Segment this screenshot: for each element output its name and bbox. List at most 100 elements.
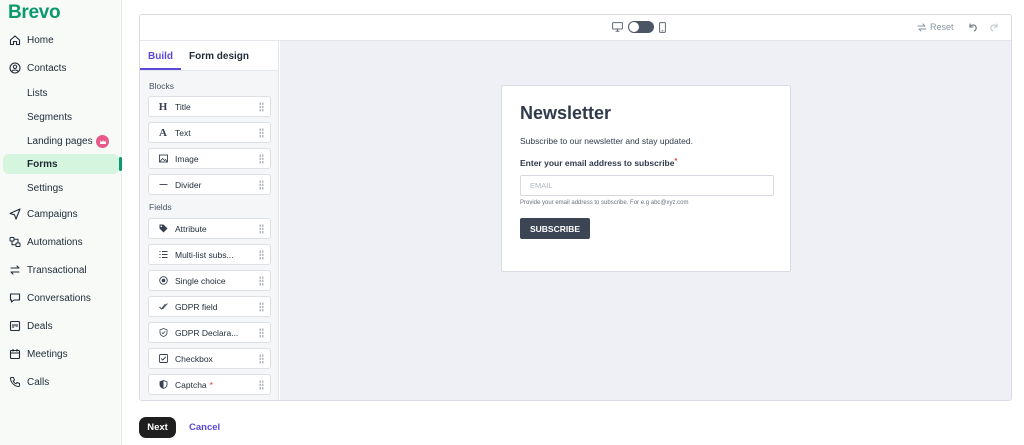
- image-icon: [157, 154, 169, 163]
- phone-icon: [8, 375, 22, 389]
- automation-icon: [8, 235, 22, 249]
- home-icon: [8, 33, 22, 47]
- drag-handle-icon[interactable]: [259, 128, 264, 138]
- form-subtitle[interactable]: Subscribe to our newsletter and stay upd…: [520, 136, 693, 146]
- user-circle-icon: [8, 61, 22, 75]
- calendar-icon: [8, 347, 22, 361]
- text-icon: A: [159, 126, 167, 139]
- cancel-button[interactable]: Cancel: [189, 422, 220, 433]
- nav-item-deals[interactable]: Deals: [0, 315, 122, 337]
- nav-item-campaigns[interactable]: Campaigns: [0, 203, 122, 225]
- field-gdpr-declaration[interactable]: GDPR Declara...: [148, 322, 271, 343]
- blocks-section-label: Blocks: [149, 81, 175, 91]
- block-label: Image: [175, 153, 199, 164]
- landing-pages-badge: [96, 135, 109, 148]
- block-label: Title: [175, 101, 191, 112]
- divider-icon: [157, 180, 169, 189]
- reset-button[interactable]: Reset: [917, 22, 954, 32]
- crown-icon: [99, 139, 106, 144]
- drag-handle-icon[interactable]: [259, 276, 264, 286]
- sidebar-nav: Brevo Home Contacts Lists Segments Landi…: [0, 0, 122, 445]
- deals-icon: [8, 319, 22, 333]
- email-field-label-text: Enter your email address to subscribe: [520, 158, 675, 168]
- drag-handle-icon[interactable]: [259, 180, 264, 190]
- field-label: Captcha: [175, 379, 207, 390]
- block-divider[interactable]: Divider: [148, 174, 271, 195]
- nav-item-transactional[interactable]: Transactional: [0, 259, 122, 281]
- block-label: Text: [175, 127, 191, 138]
- field-label: Multi-list subs...: [175, 249, 234, 260]
- nav-label-transactional: Transactional: [27, 264, 87, 276]
- nav-sub-segments[interactable]: Segments: [0, 107, 122, 127]
- required-mark: *: [209, 379, 213, 390]
- check-double-icon: [157, 302, 169, 311]
- arrows-swap-icon: [8, 263, 22, 277]
- nav-label-campaigns: Campaigns: [27, 208, 78, 220]
- nav-item-meetings[interactable]: Meetings: [0, 343, 122, 365]
- field-attribute[interactable]: Attribute: [148, 218, 271, 239]
- heading-icon: H: [158, 100, 168, 113]
- tab-form-design[interactable]: Form design: [181, 51, 257, 70]
- form-title[interactable]: Newsletter: [520, 103, 611, 124]
- radio-icon: [157, 276, 169, 285]
- checkbox-icon: [157, 354, 169, 363]
- block-text[interactable]: A Text: [148, 122, 271, 143]
- form-preview-card[interactable]: Newsletter Subscribe to our newsletter a…: [501, 85, 791, 272]
- form-canvas: Newsletter Subscribe to our newsletter a…: [280, 41, 1011, 400]
- field-gdpr[interactable]: GDPR field: [148, 296, 271, 317]
- email-input[interactable]: EMAIL: [520, 175, 774, 196]
- fields-section-label: Fields: [149, 202, 172, 212]
- field-checkbox[interactable]: Checkbox: [148, 348, 271, 369]
- device-switcher: [612, 21, 666, 33]
- field-label: GDPR field: [175, 301, 218, 312]
- nav-label-contacts: Contacts: [27, 62, 67, 74]
- email-help-text: Provide your email address to subscribe.…: [520, 200, 689, 206]
- drag-handle-icon[interactable]: [259, 302, 264, 312]
- brevo-logo[interactable]: Brevo: [8, 2, 61, 24]
- field-label: Attribute: [175, 223, 207, 234]
- drag-handle-icon[interactable]: [259, 102, 264, 112]
- reset-icon: [917, 23, 927, 31]
- nav-item-contacts[interactable]: Contacts: [0, 57, 122, 79]
- nav-label-conversations: Conversations: [27, 292, 91, 304]
- drag-handle-icon[interactable]: [259, 328, 264, 338]
- undo-icon[interactable]: [967, 22, 978, 33]
- drag-handle-icon[interactable]: [259, 354, 264, 364]
- shield-check-icon: [157, 328, 169, 337]
- drag-handle-icon[interactable]: [259, 250, 264, 260]
- panel-tabs: Build Form design: [140, 41, 278, 71]
- block-image[interactable]: Image: [148, 148, 271, 169]
- nav-item-home[interactable]: Home: [0, 29, 122, 51]
- redo-icon[interactable]: [989, 22, 1000, 33]
- email-field-label[interactable]: Enter your email address to subscribe*: [520, 158, 677, 168]
- next-button[interactable]: Next: [139, 417, 176, 438]
- drag-handle-icon[interactable]: [259, 224, 264, 234]
- tab-build[interactable]: Build: [140, 51, 181, 70]
- drag-handle-icon[interactable]: [259, 154, 264, 164]
- nav-sub-settings[interactable]: Settings: [0, 178, 122, 198]
- nav-item-automations[interactable]: Automations: [0, 231, 122, 253]
- block-title[interactable]: H Title: [148, 96, 271, 117]
- nav-label-automations: Automations: [27, 236, 83, 248]
- mobile-icon[interactable]: [659, 21, 666, 33]
- shield-icon: [157, 380, 169, 389]
- subscribe-button[interactable]: SUBSCRIBE: [520, 218, 590, 239]
- field-single-choice[interactable]: Single choice: [148, 270, 271, 291]
- nav-label-meetings: Meetings: [27, 348, 68, 360]
- drag-handle-icon[interactable]: [259, 380, 264, 390]
- editor-toolbar: Reset: [140, 15, 1011, 41]
- nav-sub-lists[interactable]: Lists: [0, 83, 122, 103]
- desktop-icon[interactable]: [612, 22, 623, 32]
- reset-label: Reset: [930, 22, 954, 32]
- tag-icon: [157, 224, 169, 233]
- field-label: GDPR Declara...: [175, 327, 239, 338]
- nav-item-conversations[interactable]: Conversations: [0, 287, 122, 309]
- block-label: Divider: [175, 179, 202, 190]
- nav-sub-forms[interactable]: Forms: [3, 154, 119, 174]
- nav-label-deals: Deals: [27, 320, 53, 332]
- field-multi-list[interactable]: Multi-list subs...: [148, 244, 271, 265]
- device-toggle[interactable]: [628, 21, 654, 33]
- nav-item-calls[interactable]: Calls: [0, 371, 122, 393]
- field-captcha[interactable]: Captcha *: [148, 374, 271, 395]
- list-icon: [157, 250, 169, 259]
